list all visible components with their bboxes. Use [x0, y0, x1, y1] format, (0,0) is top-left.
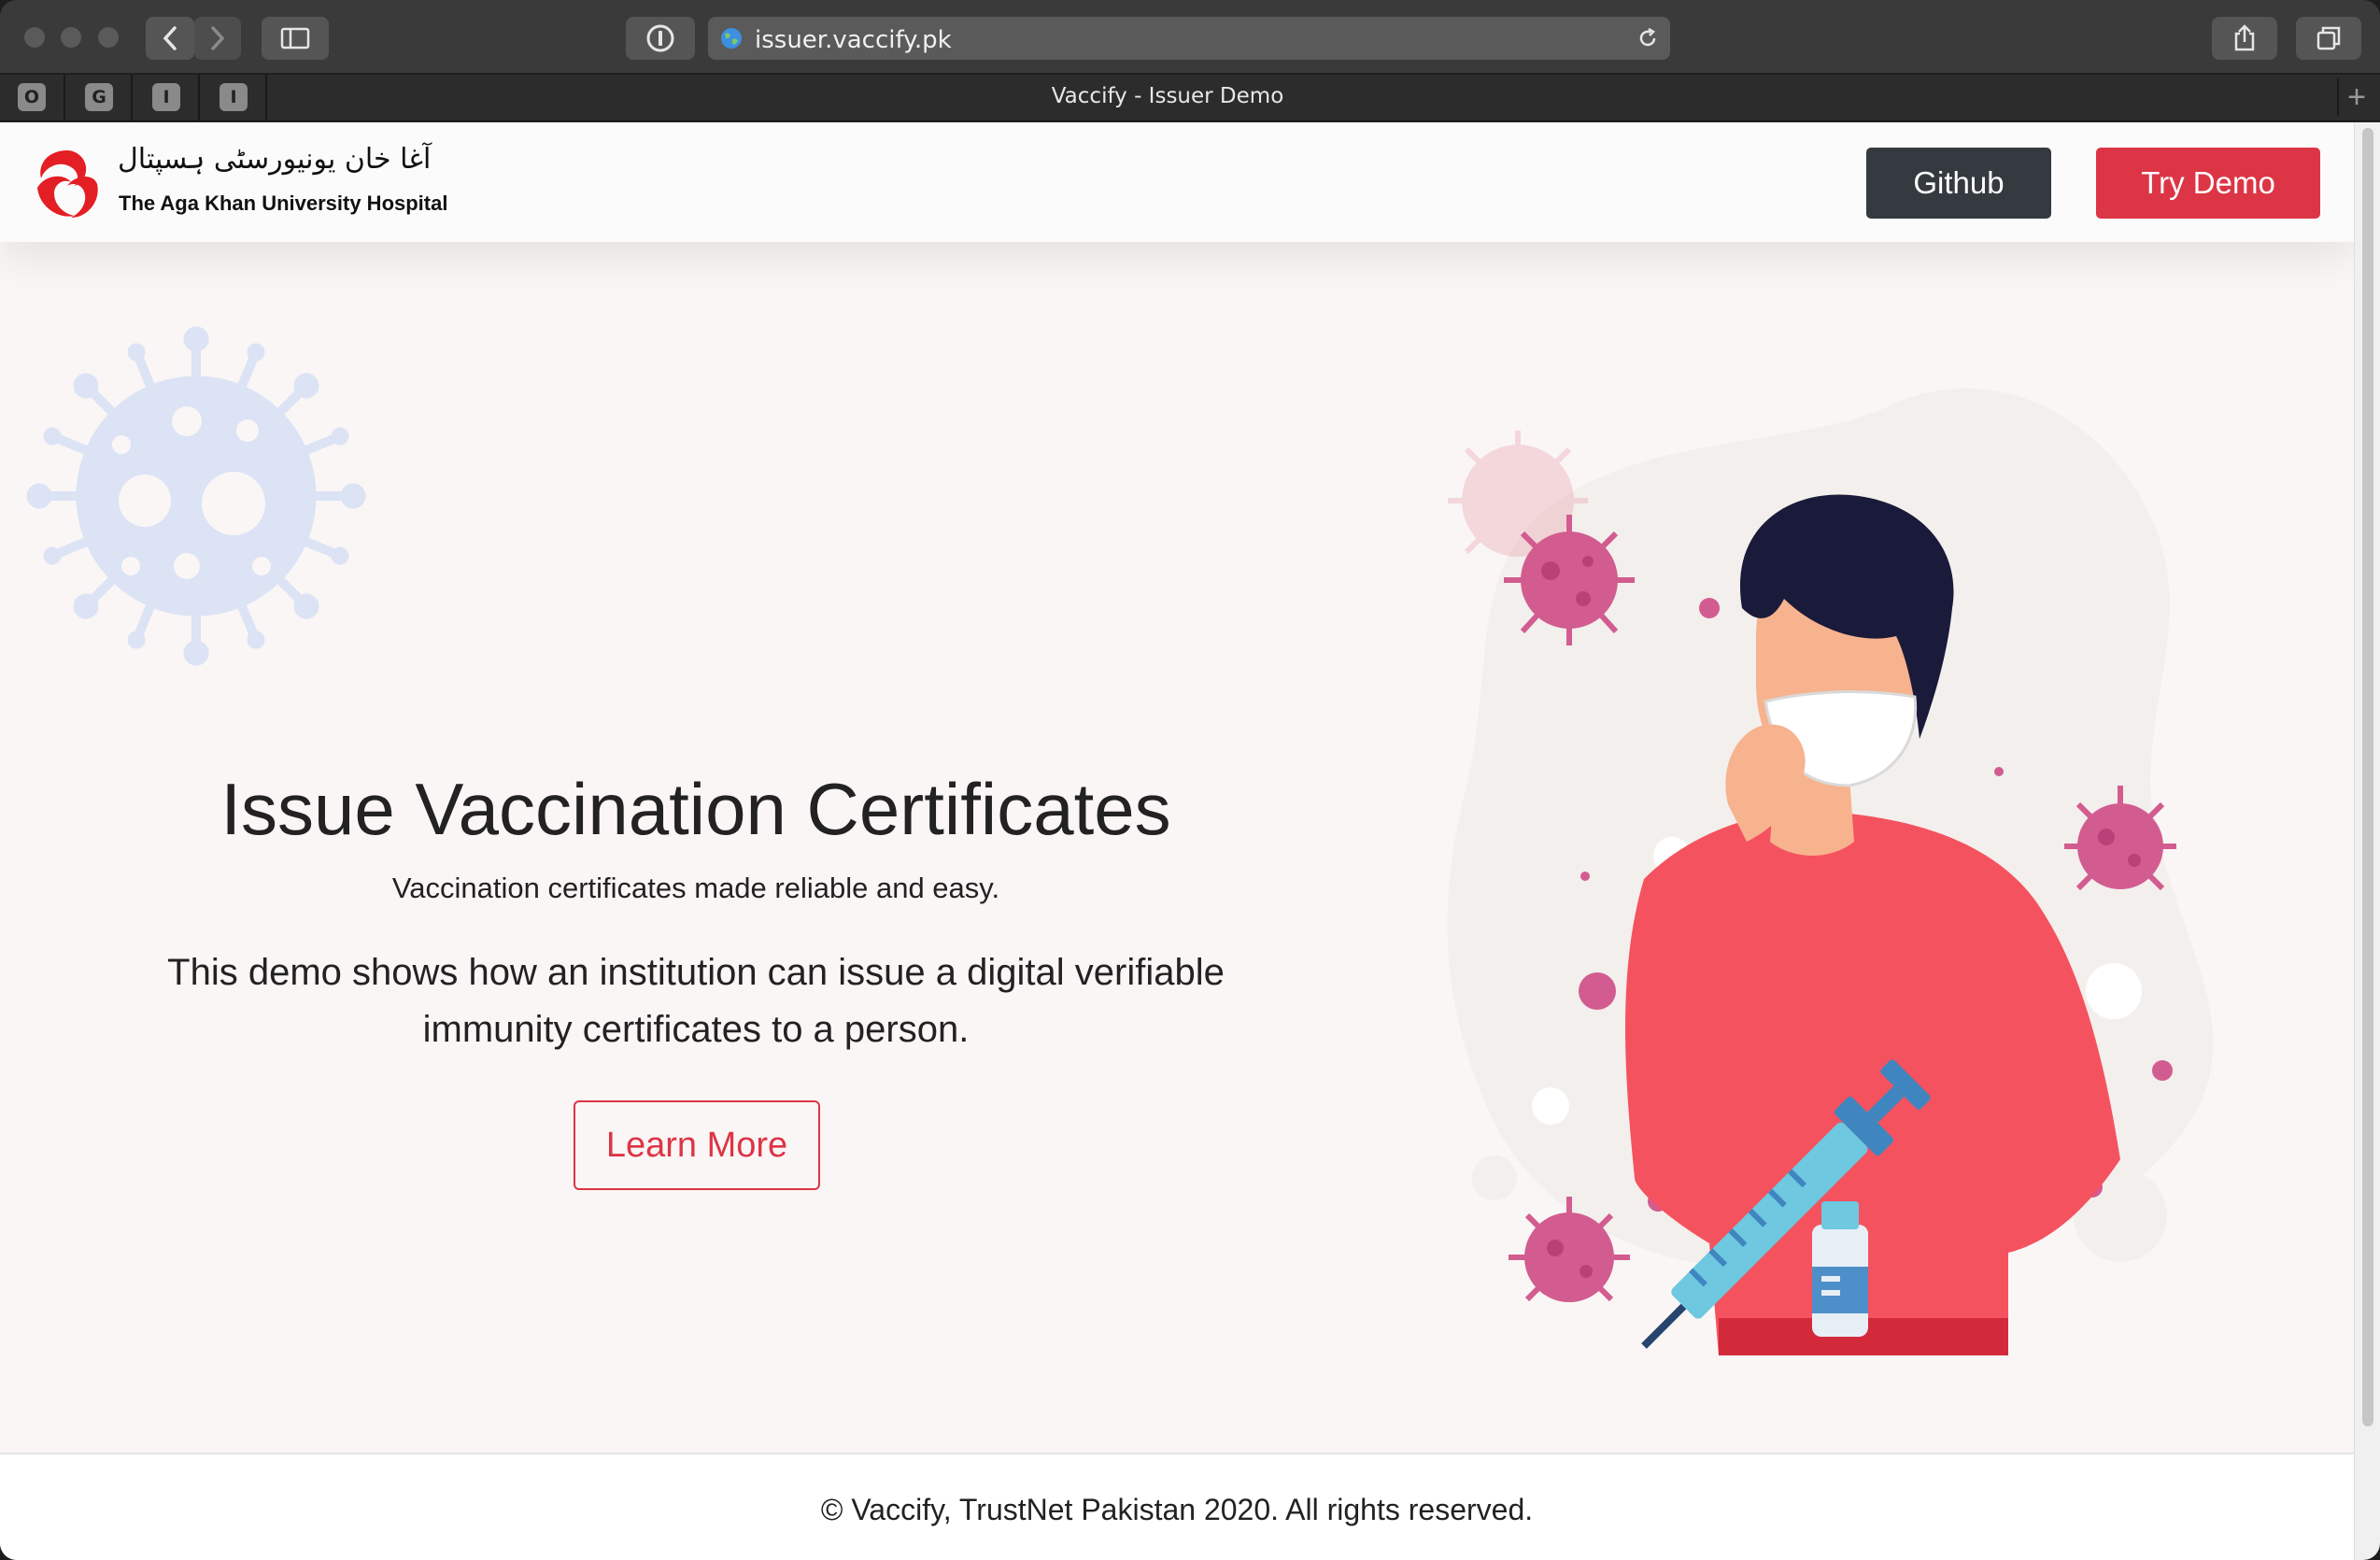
chevron-right-icon	[211, 26, 225, 50]
github-button[interactable]: Github	[1866, 148, 2051, 219]
web-page: آغا خان یونیورسٹی ہسپتال The Aga Khan Un…	[0, 122, 2354, 1560]
logo-name-text: The Aga Khan University Hospital	[119, 191, 448, 215]
tab-bar: O G I I Vaccify - Issuer Demo +	[0, 75, 2380, 121]
site-footer: © Vaccify, TrustNet Pakistan 2020. All r…	[0, 1453, 2354, 1560]
browser-window: issuer.vaccify.pk O G I I Vaccify - Issu…	[0, 0, 2380, 1560]
share-button[interactable]	[2212, 17, 2277, 60]
try-demo-button[interactable]: Try Demo	[2096, 148, 2320, 219]
copyright-text: © Vaccify, TrustNet Pakistan 2020. All r…	[820, 1493, 1534, 1526]
sidebar-toggle-button[interactable]	[262, 17, 329, 60]
page-scrollbar[interactable]	[2354, 122, 2380, 1560]
hero-subtitle: Vaccination certificates made reliable a…	[391, 872, 1000, 904]
chevron-left-icon	[163, 26, 177, 50]
scrollbar-thumb[interactable]	[2362, 128, 2373, 1426]
hero-title: Issue Vaccination Certificates	[220, 768, 1171, 850]
back-button[interactable]	[146, 17, 194, 60]
vaccination-illustration	[1447, 388, 2214, 1355]
minimize-window-button[interactable]	[61, 27, 81, 48]
forward-button[interactable]	[194, 17, 241, 60]
address-bar[interactable]: issuer.vaccify.pk	[708, 17, 1670, 60]
learn-more-button[interactable]: Learn More	[574, 1100, 820, 1190]
tabs-overview-button[interactable]	[2296, 17, 2361, 60]
url-text: issuer.vaccify.pk	[755, 26, 952, 54]
tabs-icon	[2316, 26, 2341, 50]
virus-decoration-icon	[26, 326, 366, 666]
sidebar-icon	[280, 27, 310, 50]
password-manager-button[interactable]	[626, 17, 695, 60]
reload-icon[interactable]	[1636, 27, 1659, 50]
onepassword-icon	[646, 24, 674, 52]
logo-urdu-text: آغا خان یونیورسٹی ہسپتال	[118, 143, 432, 176]
globe-icon	[721, 28, 742, 49]
active-tab-title[interactable]: Vaccify - Issuer Demo	[0, 84, 2335, 108]
akuh-logo-icon[interactable]	[30, 147, 105, 221]
close-window-button[interactable]	[24, 27, 45, 48]
zoom-window-button[interactable]	[98, 27, 119, 48]
site-header: آغا خان یونیورسٹی ہسپتال The Aga Khan Un…	[0, 122, 2354, 242]
hero-description: This demo shows how an institution can i…	[167, 952, 1225, 1050]
new-tab-button[interactable]: +	[2337, 78, 2374, 116]
share-icon	[2234, 24, 2255, 51]
browser-toolbar: issuer.vaccify.pk	[0, 0, 2380, 75]
